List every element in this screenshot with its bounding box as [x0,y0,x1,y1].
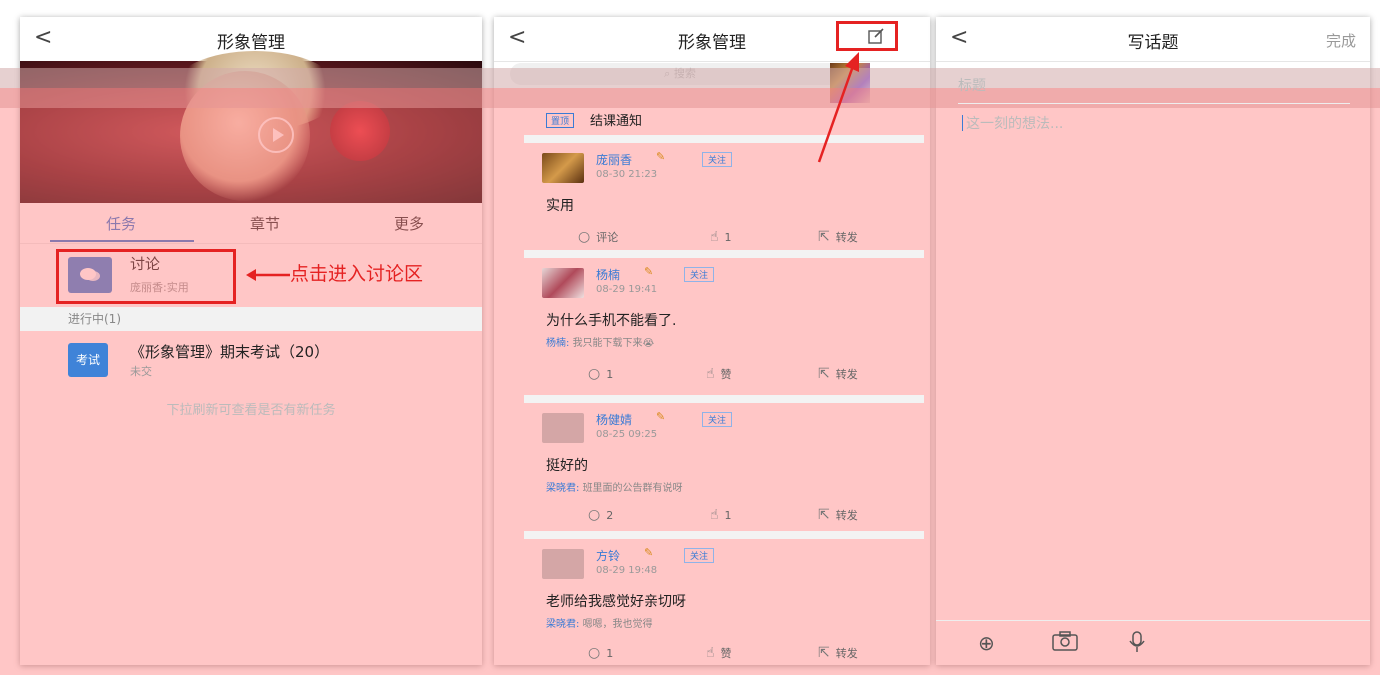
reply-text: 嗯嗯，我也觉得 [582,619,653,630]
comment-count: 2 [606,509,614,522]
like-button[interactable]: ☝ 1 [710,229,732,245]
text-caret [962,115,963,131]
post-author[interactable]: 杨楠 [596,266,620,283]
share-button[interactable]: ⇱ 转发 [818,645,858,661]
title-input[interactable]: 标题 [958,75,986,95]
share-button[interactable]: ⇱ 转发 [818,366,858,382]
like-count: 赞 [720,368,732,381]
level-icon: ✎ [656,150,666,163]
share-label: 转发 [835,509,858,522]
comment-icon: ○ [588,507,601,523]
follow-button[interactable]: 关注 [702,152,733,167]
refresh-hint: 下拉刷新可查看是否有新任务 [166,403,336,418]
post-item[interactable]: 方铃 ✎ 关注 08-29 19:48 老师给我感觉好亲切呀 梁晓君: 嗯嗯，我… [524,531,924,673]
post-content: 老师给我感觉好亲切呀 [546,594,686,610]
comment-count: 评论 [596,231,619,244]
post-time: 08-29 19:41 [596,284,658,295]
level-icon: ✎ [644,546,654,559]
post-content: 挺好的 [546,458,588,474]
share-label: 转发 [835,368,858,381]
like-button[interactable]: ☝ 1 [710,507,732,523]
like-button[interactable]: ☝ 赞 [706,366,732,382]
avatar[interactable] [542,413,584,443]
course-tasks-content: 点击进入讨论区 进行中(1) 考试 《形象管理》期末考试（20） 未交 下拉刷新… [20,17,482,665]
discussion-highlight-box [56,249,236,304]
like-count: 赞 [720,647,732,660]
post-content: 为什么手机不能看了. [546,313,677,329]
share-label: 转发 [835,231,858,244]
post-reply: 梁晓君: 班里面的公告群有说呀 [546,479,683,494]
follow-button[interactable]: 关注 [684,267,715,282]
content-textarea[interactable]: 这一刻的想法... [966,113,1063,133]
level-icon: ✎ [644,265,654,278]
follow-button[interactable]: 关注 [702,412,733,427]
like-count: 1 [724,231,732,244]
share-label: 转发 [835,647,858,660]
reply-author[interactable]: 杨楠: [546,338,569,349]
post-item[interactable]: 杨健婧 ✎ 关注 08-25 09:25 挺好的 梁晓君: 班里面的公告群有说呀… [524,395,924,538]
arrow-left-icon [246,269,290,281]
post-author[interactable]: 方铃 [596,547,620,564]
comment-button[interactable]: ○ 1 [588,366,613,382]
post-time: 08-25 09:25 [596,429,658,440]
callout-text: 点击进入讨论区 [290,263,424,285]
thumbs-up-icon: ☝ [710,229,719,245]
compose-toolbar: ⊕ [936,620,1370,665]
share-button[interactable]: ⇱ 转发 [818,507,858,523]
comment-button[interactable]: ○ 评论 [578,229,618,245]
camera-icon[interactable] [1052,631,1078,656]
reply-text: 班里面的公告群有说呀 [582,483,683,494]
microphone-icon[interactable] [1128,631,1146,658]
comment-icon: ○ [588,645,601,661]
post-time: 08-30 21:23 [596,169,658,180]
post-author[interactable]: 庞丽香 [596,151,632,168]
reply-author[interactable]: 梁晓君: [546,619,579,630]
follow-button[interactable]: 关注 [684,548,715,563]
avatar[interactable] [542,268,584,298]
plus-icon[interactable]: ⊕ [978,631,995,655]
exam-badge: 考试 [68,343,108,377]
exam-title: 《形象管理》期末考试（20） [130,343,330,361]
exam-item[interactable]: 考试 《形象管理》期末考试（20） 未交 [20,333,482,393]
share-icon: ⇱ [818,229,830,245]
post-content: 实用 [546,198,574,214]
share-button[interactable]: ⇱ 转发 [818,229,858,245]
share-icon: ⇱ [818,507,830,523]
comment-icon: ○ [578,229,591,245]
comment-button[interactable]: ○ 1 [588,645,613,661]
comment-count: 1 [606,647,614,660]
comment-button[interactable]: ○ 2 [588,507,613,523]
notice-title: 结课通知 [590,114,643,129]
arrow-up-icon [817,52,859,163]
share-icon: ⇱ [818,645,830,661]
comment-icon: ○ [588,366,601,382]
pinned-badge: 置顶 [546,113,575,128]
post-reply: 梁晓君: 嗯嗯，我也觉得 [546,615,653,630]
reply-text: 我只能下载下来😭 [572,338,655,349]
reply-author[interactable]: 梁晓君: [546,483,579,494]
avatar[interactable] [542,549,584,579]
thumbs-up-icon: ☝ [706,645,715,661]
level-icon: ✎ [656,410,666,423]
post-time: 08-29 19:48 [596,565,658,576]
share-icon: ⇱ [818,366,830,382]
divider [958,103,1350,104]
in-progress-header: 进行中(1) [20,307,482,331]
thumbs-up-icon: ☝ [706,366,715,382]
like-count: 1 [724,509,732,522]
post-reply: 杨楠: 我只能下载下来😭 [546,334,654,349]
new-topic-content: 标题 这一刻的想法... ⊕ [936,17,1370,665]
like-button[interactable]: ☝ 赞 [706,645,732,661]
exam-status: 未交 [130,365,152,378]
avatar[interactable] [542,153,584,183]
post-item[interactable]: 杨楠 ✎ 关注 08-29 19:41 为什么手机不能看了. 杨楠: 我只能下载… [524,250,924,396]
thumbs-up-icon: ☝ [710,507,719,523]
post-author[interactable]: 杨健婧 [596,411,632,428]
comment-count: 1 [606,368,614,381]
